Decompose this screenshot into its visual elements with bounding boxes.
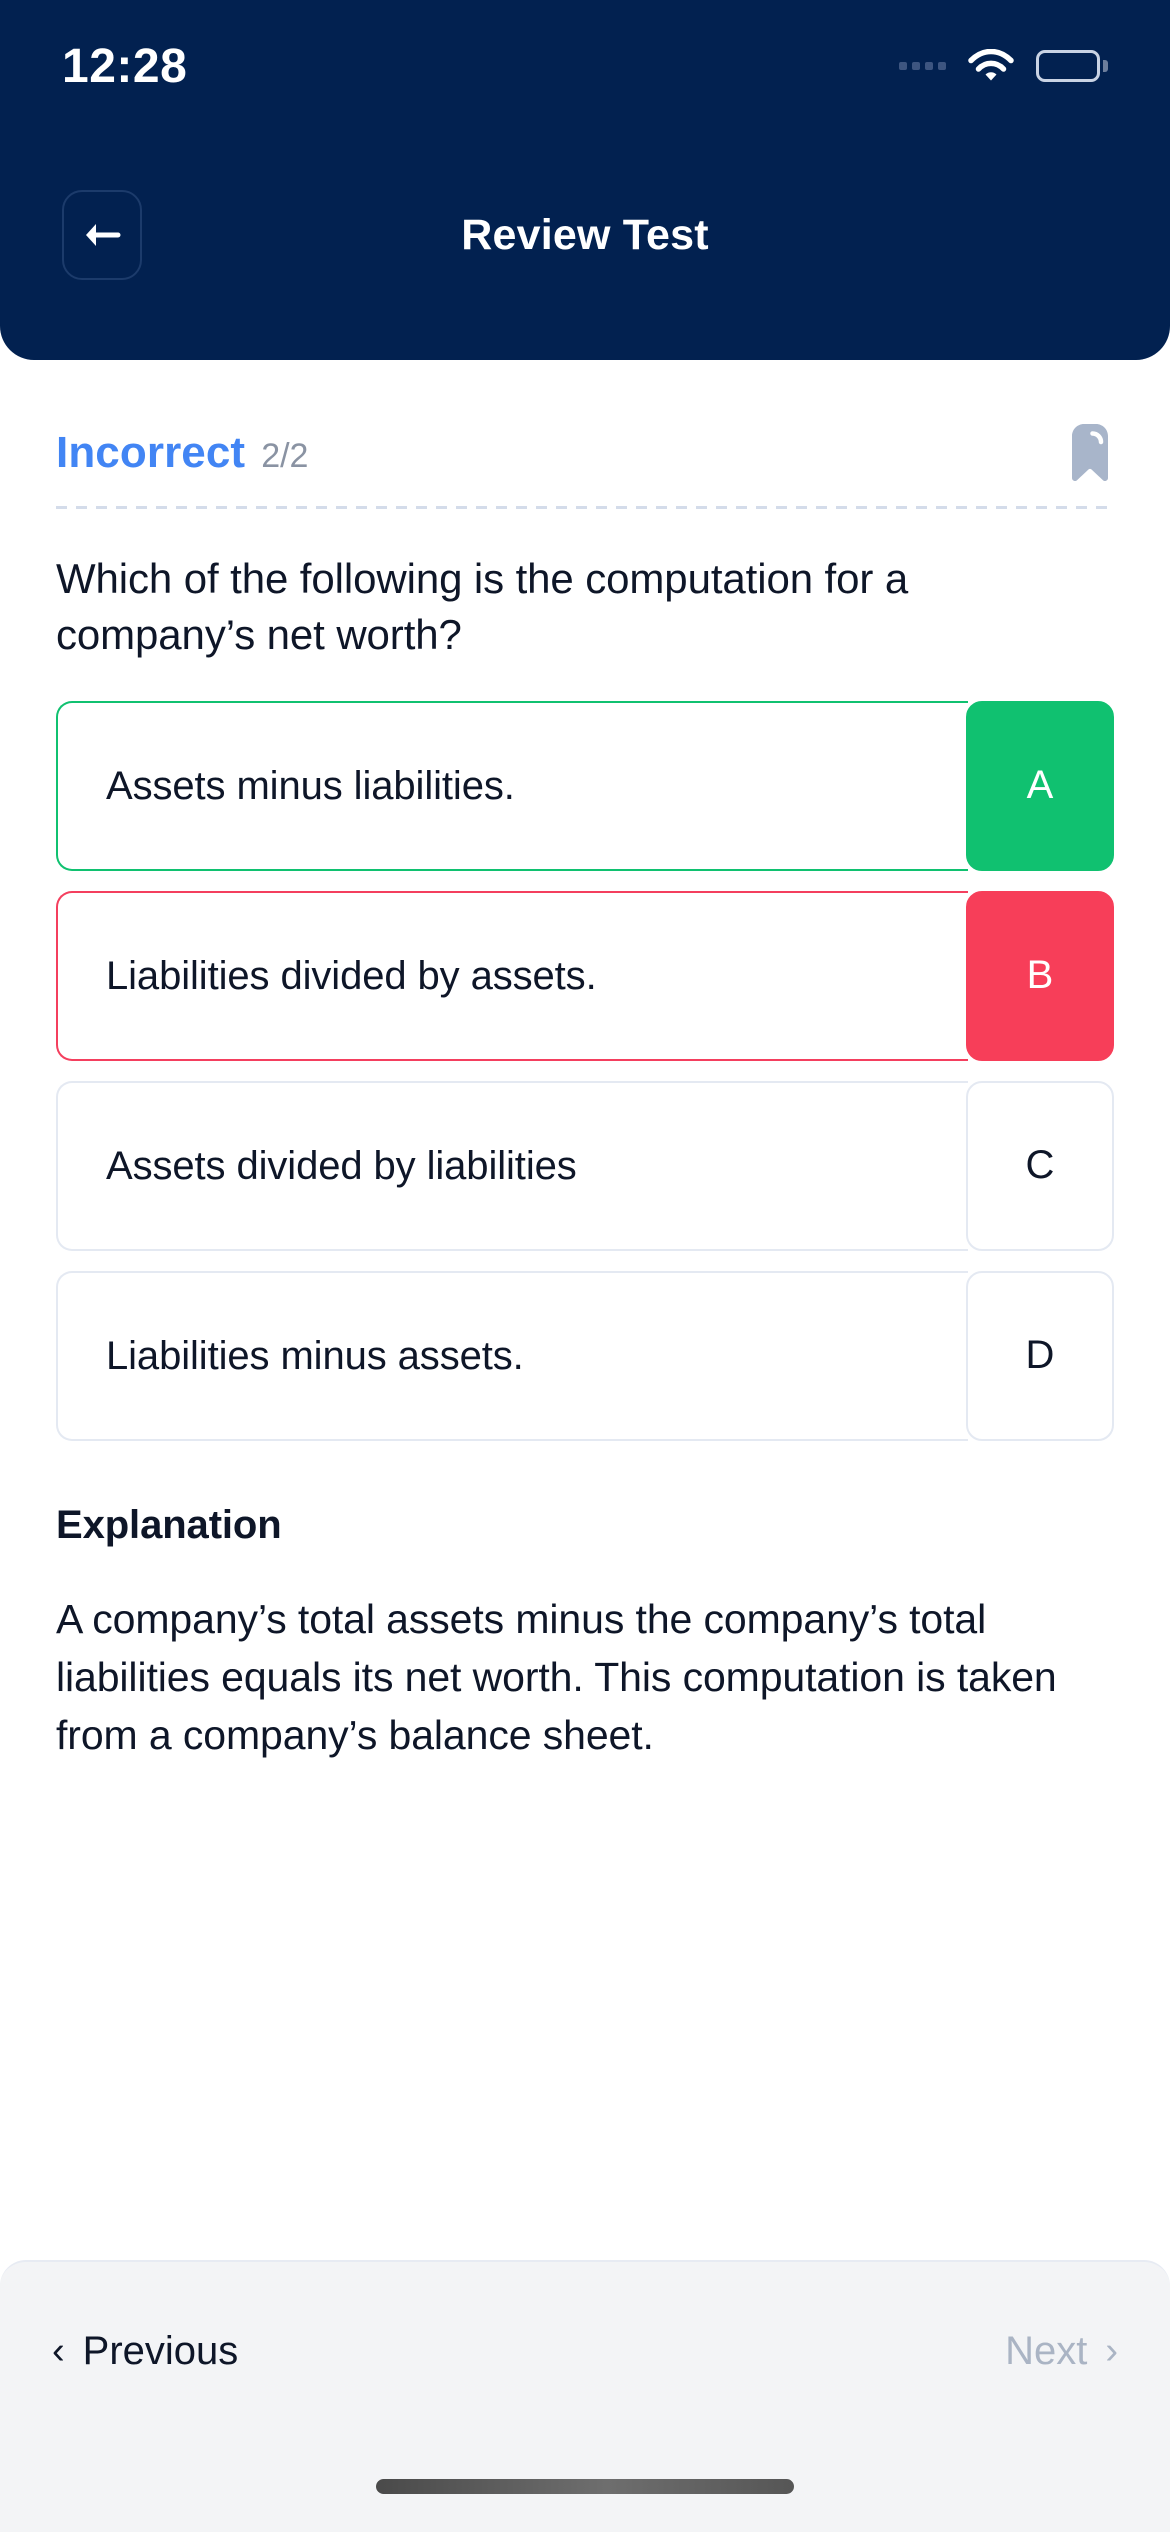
result-status-group: Incorrect 2/2: [56, 428, 308, 478]
answer-option-c[interactable]: Assets divided by liabilities C: [56, 1080, 1114, 1251]
back-arrow-icon: [82, 218, 122, 252]
page-title: Review Test: [461, 210, 709, 259]
answer-options-list: Assets minus liabilities. A Liabilities …: [56, 700, 1114, 1441]
answer-option-b-label: Liabilities divided by assets.: [106, 953, 597, 998]
answer-option-d-text-wrap: Liabilities minus assets.: [56, 1270, 968, 1441]
app-header: 12:28 Review Test: [0, 0, 1170, 360]
answer-option-b-badge: B: [966, 890, 1114, 1061]
bookmark-icon[interactable]: [1066, 422, 1114, 484]
status-bar: 12:28: [0, 0, 1170, 110]
question-counter: 2/2: [261, 437, 309, 475]
answer-option-c-text-wrap: Assets divided by liabilities: [56, 1080, 968, 1251]
result-status-row: Incorrect 2/2: [56, 360, 1114, 506]
next-button[interactable]: Next ›: [1005, 2329, 1118, 2374]
answer-option-b-text-wrap: Liabilities divided by assets.: [56, 890, 968, 1061]
answer-option-d-label: Liabilities minus assets.: [106, 1333, 524, 1378]
next-button-label: Next: [1005, 2328, 1088, 2373]
answer-option-a-text-wrap: Assets minus liabilities.: [56, 700, 968, 871]
previous-button-label: Previous: [82, 2328, 239, 2373]
chevron-left-icon: ‹: [52, 2330, 65, 2372]
review-content: Incorrect 2/2 Which of the following is …: [0, 360, 1170, 2260]
answer-option-c-label: Assets divided by liabilities: [106, 1143, 577, 1188]
explanation-heading: Explanation: [56, 1502, 282, 1547]
question-text: Which of the following is the computatio…: [56, 555, 909, 658]
answer-option-a[interactable]: Assets minus liabilities. A: [56, 700, 1114, 871]
wifi-icon: [968, 49, 1014, 83]
navigation-bar: Review Test: [0, 110, 1170, 360]
answer-option-d[interactable]: Liabilities minus assets. D: [56, 1270, 1114, 1441]
signal-dots-icon: [899, 62, 946, 70]
home-indicator-area: [0, 2440, 1170, 2532]
status-bar-time: 12:28: [62, 39, 188, 93]
phone-screen: 12:28 Review Test Incorrect 2/2 Which of…: [0, 0, 1170, 2532]
answer-option-a-badge: A: [966, 700, 1114, 871]
answer-option-b[interactable]: Liabilities divided by assets. B: [56, 890, 1114, 1061]
pagination-footer: ‹ Previous Next ›: [0, 2260, 1170, 2440]
section-divider: [56, 506, 1114, 509]
chevron-right-icon: ›: [1105, 2330, 1118, 2372]
answer-option-d-badge: D: [966, 1270, 1114, 1441]
status-bar-icons: [899, 49, 1108, 83]
answer-option-c-badge: C: [966, 1080, 1114, 1251]
explanation-text: A company’s total assets minus the compa…: [56, 1595, 1057, 1759]
previous-button[interactable]: ‹ Previous: [52, 2329, 238, 2374]
answer-option-a-label: Assets minus liabilities.: [106, 763, 515, 808]
result-status-label: Incorrect: [56, 428, 246, 477]
back-button[interactable]: [62, 190, 142, 280]
battery-icon: [1036, 50, 1108, 82]
home-indicator[interactable]: [376, 2478, 794, 2494]
